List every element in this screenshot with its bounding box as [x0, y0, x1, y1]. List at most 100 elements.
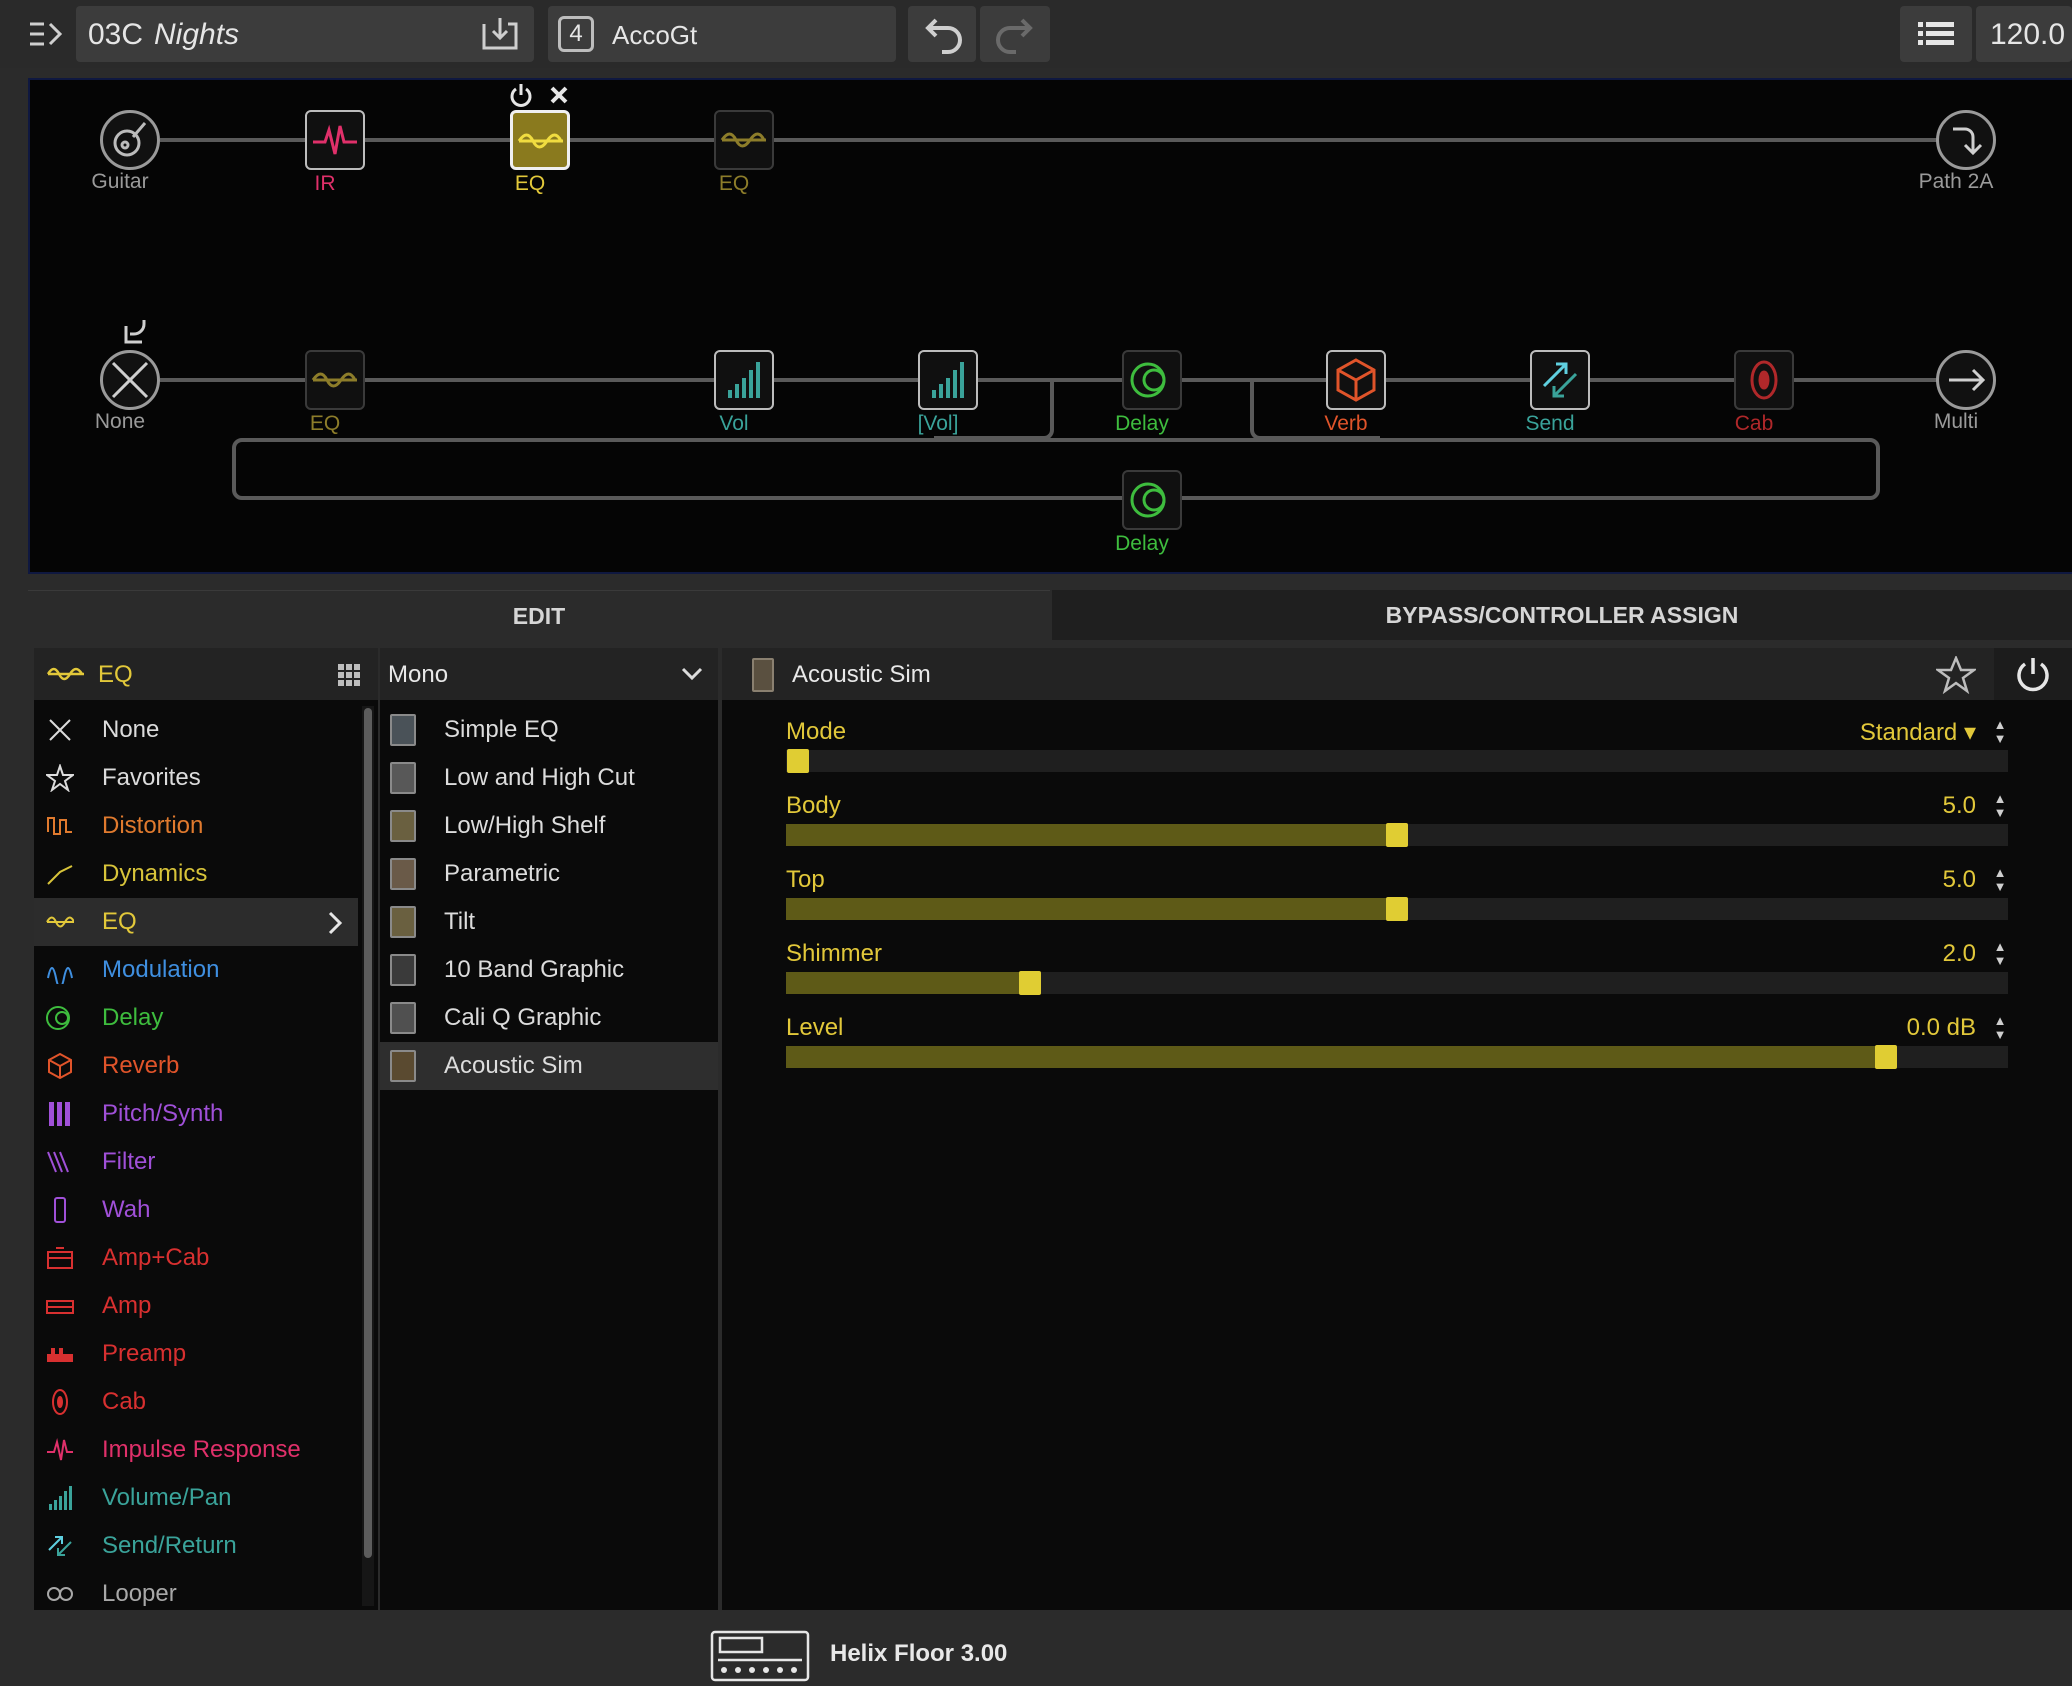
delay-label-2: Delay: [1115, 532, 1169, 555]
guitar-input-node[interactable]: [100, 110, 160, 170]
param-top: Top 5.0 ▲ ▼: [786, 866, 2008, 926]
category-item-distortion[interactable]: Distortion: [34, 802, 358, 850]
volume-icon: [932, 362, 964, 398]
snapshot-number-badge: 4: [558, 16, 594, 52]
category-label: Impulse Response: [102, 1436, 301, 1463]
model-item-cali-q-graphic[interactable]: Cali Q Graphic: [380, 994, 718, 1042]
category-label: Dynamics: [102, 860, 208, 887]
model-item-acoustic-sim[interactable]: Acoustic Sim: [380, 1042, 718, 1090]
model-item-10-band-graphic[interactable]: 10 Band Graphic: [380, 946, 718, 994]
stepper-icon[interactable]: ▲ ▼: [1992, 940, 2008, 970]
category-item-wah[interactable]: Wah: [34, 1186, 358, 1234]
param-slider[interactable]: [786, 897, 2008, 921]
category-item-dynamics[interactable]: Dynamics: [34, 850, 358, 898]
slider-fill: [786, 898, 1397, 920]
undo-button[interactable]: [908, 6, 976, 62]
param-value[interactable]: 0.0 dB: [1907, 1014, 1976, 1042]
category-item-eq[interactable]: EQ: [34, 898, 358, 946]
model-item-simple-eq[interactable]: Simple EQ: [380, 706, 718, 754]
model-label: Low/High Shelf: [444, 812, 606, 839]
model-item-low-high-shelf[interactable]: Low/High Shelf: [380, 802, 718, 850]
chevron-down-icon[interactable]: [680, 664, 704, 684]
verb-block[interactable]: [1326, 350, 1386, 410]
param-slider[interactable]: [786, 749, 2008, 773]
snapshot-selector[interactable]: 4 AccoGt: [548, 6, 896, 62]
tempo-display[interactable]: 120.0: [1976, 6, 2072, 62]
multi-output-node[interactable]: [1936, 350, 1996, 410]
category-item-favorites[interactable]: Favorites: [34, 754, 358, 802]
category-item-pitch-synth[interactable]: Pitch/Synth: [34, 1090, 358, 1138]
stepper-icon[interactable]: ▲ ▼: [1992, 866, 2008, 896]
param-name: Top: [786, 866, 825, 893]
category-item-filter[interactable]: Filter: [34, 1138, 358, 1186]
param-value[interactable]: 5.0: [1943, 792, 1976, 820]
category-item-preamp[interactable]: Preamp: [34, 1330, 358, 1378]
vol-block-2[interactable]: [918, 350, 978, 410]
send-block[interactable]: [1530, 350, 1590, 410]
delay-block-2[interactable]: [1122, 470, 1182, 530]
category-item-amp[interactable]: Amp: [34, 1282, 358, 1330]
preset-selector[interactable]: 03C Nights: [76, 6, 534, 62]
eq-block-3[interactable]: [305, 350, 365, 410]
pedal-icon: [390, 1050, 416, 1082]
slider-thumb[interactable]: [1386, 823, 1408, 847]
ir-icon: [313, 124, 357, 155]
category-item-volume-pan[interactable]: Volume/Pan: [34, 1474, 358, 1522]
category-item-reverb[interactable]: Reverb: [34, 1042, 358, 1090]
chevron-right-icon[interactable]: [326, 910, 344, 936]
param-value[interactable]: Standard ▾: [1860, 718, 1976, 747]
param-slider[interactable]: [786, 823, 2008, 847]
slider-thumb[interactable]: [1386, 897, 1408, 921]
helix-floor-icon: [710, 1630, 810, 1682]
slider-thumb[interactable]: [1874, 1045, 1897, 1069]
category-header[interactable]: EQ: [34, 648, 378, 700]
category-item-modulation[interactable]: Modulation: [34, 946, 358, 994]
tab-edit[interactable]: EDIT: [28, 590, 1050, 641]
model-item-parametric[interactable]: Parametric: [380, 850, 718, 898]
stepper-icon[interactable]: ▲ ▼: [1992, 1014, 2008, 1044]
reverb-icon: [48, 1052, 72, 1080]
category-item-send-return[interactable]: Send/Return: [34, 1522, 358, 1570]
param-slider[interactable]: [786, 971, 2008, 995]
param-value[interactable]: 5.0: [1943, 866, 1976, 894]
param-slider[interactable]: [786, 1045, 2008, 1069]
model-header[interactable]: Mono: [380, 648, 718, 700]
eq-block-2[interactable]: [714, 110, 774, 170]
category-item-cab[interactable]: Cab: [34, 1378, 358, 1426]
category-label: Wah: [102, 1196, 151, 1223]
model-item-low-and-high-cut[interactable]: Low and High Cut: [380, 754, 718, 802]
vol-block[interactable]: [714, 350, 774, 410]
block-power-icon[interactable]: [508, 82, 534, 108]
category-item-impulse-response[interactable]: Impulse Response: [34, 1426, 358, 1474]
stepper-icon[interactable]: ▲ ▼: [1992, 718, 2008, 748]
eq-block-selected[interactable]: [510, 110, 570, 170]
volume-icon: [728, 362, 760, 398]
param-value[interactable]: 2.0: [1943, 940, 1976, 968]
cab-block[interactable]: [1734, 350, 1794, 410]
save-icon[interactable]: [480, 16, 520, 52]
menu-icon[interactable]: [26, 14, 66, 54]
power-button[interactable]: [1994, 648, 2072, 700]
category-item-delay[interactable]: Delay: [34, 994, 358, 1042]
pedal-icon: [390, 714, 416, 746]
list-view-button[interactable]: [1900, 6, 1972, 62]
stepper-icon[interactable]: ▲ ▼: [1992, 792, 2008, 822]
category-label: Amp: [102, 1292, 152, 1319]
model-item-tilt[interactable]: Tilt: [380, 898, 718, 946]
slider-thumb[interactable]: [787, 749, 810, 773]
favorite-star-icon[interactable]: [1936, 656, 1976, 694]
tab-bypass-controller-assign[interactable]: BYPASS/CONTROLLER ASSIGN: [1052, 590, 2072, 640]
block-delete-icon[interactable]: [548, 84, 570, 106]
none-input-node[interactable]: [100, 350, 160, 410]
category-item-looper[interactable]: Looper: [34, 1570, 358, 1618]
delay-block[interactable]: [1122, 350, 1182, 410]
ir-block[interactable]: [305, 110, 365, 170]
category-item-amp-cab[interactable]: Amp+Cab: [34, 1234, 358, 1282]
grid-icon[interactable]: [338, 664, 360, 686]
category-item-none[interactable]: None: [34, 706, 358, 754]
redo-button[interactable]: [980, 6, 1050, 62]
parameter-panel: Acoustic Sim Mode Standard ▾ ▲ ▼ Body 5.0…: [722, 648, 2072, 1610]
path2a-output-node[interactable]: [1936, 110, 1996, 170]
slider-thumb[interactable]: [1019, 971, 1042, 995]
category-scrollbar-thumb[interactable]: [364, 708, 372, 1558]
